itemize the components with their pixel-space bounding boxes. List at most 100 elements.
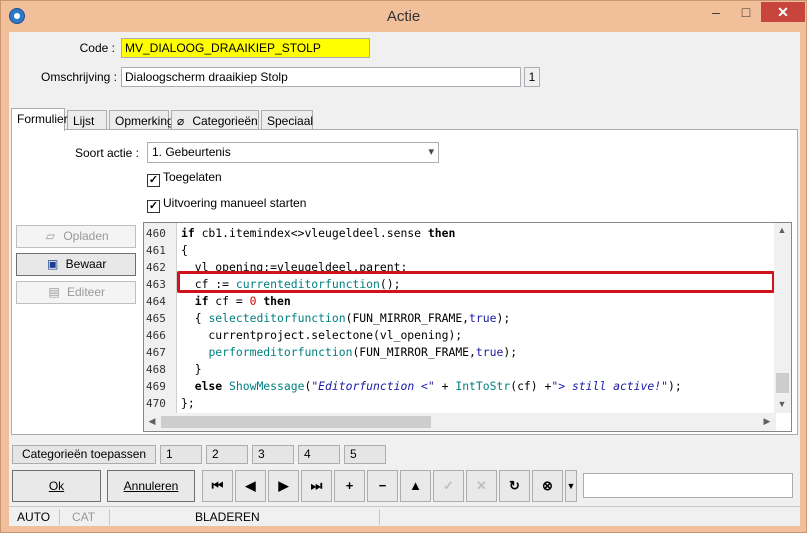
refresh-button[interactable]: ↻ bbox=[499, 470, 530, 502]
vertical-scrollbar[interactable]: ▲ ▼ bbox=[774, 223, 791, 413]
minus-icon: − bbox=[378, 478, 387, 493]
line-number: 467 bbox=[146, 346, 166, 359]
code-line: if cf = 0 then bbox=[194, 294, 291, 308]
minimize-button[interactable]: – bbox=[701, 2, 731, 22]
search-button[interactable]: ⊗ bbox=[532, 470, 563, 502]
scroll-thumb[interactable] bbox=[776, 373, 789, 393]
status-cat: CAT bbox=[72, 510, 96, 524]
bewaar-button[interactable]: ▣ Bewaar bbox=[16, 253, 136, 276]
uitvoering-checkbox[interactable]: ✓ Uitvoering manueel starten bbox=[147, 196, 307, 213]
edit-icon: ▤ bbox=[48, 285, 60, 299]
code-editor[interactable]: 460 461 462 463 464 465 466 467 468 469 … bbox=[143, 222, 792, 432]
toegelaten-checkbox[interactable]: ✓ Toegelaten bbox=[147, 170, 222, 187]
cancel-record-button[interactable]: ✕ bbox=[466, 470, 497, 502]
close-button[interactable]: ✕ bbox=[761, 2, 805, 22]
soort-actie-select[interactable]: 1. Gebeurtenis ▾ bbox=[147, 142, 439, 163]
opladen-label: Opladen bbox=[63, 229, 109, 243]
annuleren-button[interactable]: Annuleren bbox=[107, 470, 195, 502]
code-line: { selecteditorfunction(FUN_MIRROR_FRAME,… bbox=[181, 311, 511, 325]
first-record-button[interactable]: ⏮ bbox=[202, 470, 233, 502]
last-record-button[interactable]: ⏭ bbox=[301, 470, 332, 502]
dialog-client: Code : MV_DIALOOG_DRAAIKIEP_STOLP Omschr… bbox=[9, 32, 800, 526]
uitvoering-label: Uitvoering manueel starten bbox=[163, 196, 307, 210]
last-icon: ⏭ bbox=[310, 478, 323, 493]
previous-record-button[interactable]: ◀ bbox=[235, 470, 266, 502]
edit-record-button[interactable]: ▲ bbox=[400, 470, 431, 502]
tab-speciaal[interactable]: Speciaal bbox=[261, 110, 313, 130]
editeer-label: Editeer bbox=[66, 285, 106, 299]
check-icon: ✓ bbox=[443, 478, 454, 493]
checkmark-icon: ✓ bbox=[147, 200, 160, 213]
line-number: 461 bbox=[146, 244, 166, 257]
omschrijving-label: Omschrijving : bbox=[40, 70, 117, 84]
next-icon: ▶ bbox=[278, 478, 289, 493]
refresh-icon: ↻ bbox=[509, 478, 520, 493]
categorieen-toepassen-button[interactable]: Categorieën toepassen bbox=[12, 445, 156, 464]
search-dropdown-button[interactable]: ▼ bbox=[565, 470, 577, 502]
status-divider bbox=[59, 509, 60, 525]
window: Actie – □ ✕ Code : MV_DIALOOG_DRAAIKIEP_… bbox=[0, 0, 807, 533]
dropdown-icon: ▼ bbox=[566, 481, 576, 491]
maximize-button[interactable]: □ bbox=[731, 2, 761, 22]
search-input[interactable] bbox=[583, 473, 793, 498]
code-line: } bbox=[181, 362, 202, 376]
status-mode: BLADEREN bbox=[195, 510, 260, 524]
toegelaten-label: Toegelaten bbox=[163, 170, 222, 184]
status-divider bbox=[109, 509, 110, 525]
delete-record-button[interactable]: − bbox=[367, 470, 398, 502]
scroll-up-icon[interactable]: ▲ bbox=[774, 225, 790, 235]
tab-opmerking[interactable]: Opmerking bbox=[109, 110, 174, 130]
editeer-button[interactable]: ▤ Editeer bbox=[16, 281, 136, 304]
category-button-2[interactable]: 2 bbox=[206, 445, 248, 464]
first-icon: ⏮ bbox=[211, 478, 224, 493]
checkmark-icon: ✓ bbox=[147, 174, 160, 187]
scroll-right-icon[interactable]: ▶ bbox=[759, 416, 775, 427]
cancel-icon: ✕ bbox=[476, 478, 487, 493]
code-label: Code : bbox=[79, 41, 115, 55]
category-button-5[interactable]: 5 bbox=[344, 445, 386, 464]
scroll-down-icon[interactable]: ▼ bbox=[774, 399, 790, 409]
chevron-down-icon: ▾ bbox=[428, 146, 434, 158]
line-number: 463 bbox=[146, 278, 166, 291]
highlight-box bbox=[177, 271, 775, 293]
window-title: Actie bbox=[386, 8, 421, 25]
line-number: 460 bbox=[146, 227, 166, 240]
scroll-thumb[interactable] bbox=[161, 416, 431, 428]
scroll-left-icon[interactable]: ◀ bbox=[144, 416, 160, 427]
up-icon: ▲ bbox=[409, 478, 422, 493]
status-auto: AUTO bbox=[17, 510, 51, 524]
opladen-button[interactable]: ▱ Opladen bbox=[16, 225, 136, 248]
tab-lijst[interactable]: Lijst bbox=[67, 110, 107, 130]
category-button-1[interactable]: 1 bbox=[160, 445, 202, 464]
line-number: 470 bbox=[146, 397, 166, 410]
soort-actie-label: Soort actie : bbox=[74, 146, 139, 160]
status-divider bbox=[379, 509, 380, 525]
binoculars-icon: ⊗ bbox=[542, 478, 553, 493]
tab-categorieen-label: Categorieën bbox=[192, 114, 258, 128]
code-line: if cb1.itemindex<>vleugeldeel.sense then bbox=[181, 226, 456, 240]
prev-icon: ◀ bbox=[245, 478, 256, 493]
title-bar: Actie – □ ✕ bbox=[1, 1, 806, 31]
omschrijving-field[interactable]: Dialoogscherm draaikiep Stolp bbox=[121, 67, 521, 87]
code-line: performeditorfunction(FUN_MIRROR_FRAME,t… bbox=[208, 345, 518, 359]
save-icon: ▣ bbox=[46, 257, 59, 271]
code-field[interactable]: MV_DIALOOG_DRAAIKIEP_STOLP bbox=[121, 38, 370, 58]
tab-categorieen[interactable]: ⌀ Categorieën bbox=[171, 110, 259, 130]
line-number: 465 bbox=[146, 312, 166, 325]
omschrijving-counter[interactable]: 1 bbox=[524, 67, 540, 87]
add-record-button[interactable]: + bbox=[334, 470, 365, 502]
plus-icon: + bbox=[345, 478, 354, 493]
ok-button[interactable]: Ok bbox=[12, 470, 101, 502]
horizontal-scrollbar[interactable]: ◀ ▶ bbox=[144, 413, 776, 431]
next-record-button[interactable]: ▶ bbox=[268, 470, 299, 502]
line-number-gutter: 460 461 462 463 464 465 466 467 468 469 … bbox=[144, 223, 177, 413]
line-number: 464 bbox=[146, 295, 166, 308]
code-line: }; bbox=[181, 396, 195, 410]
category-button-3[interactable]: 3 bbox=[252, 445, 294, 464]
category-button-4[interactable]: 4 bbox=[298, 445, 340, 464]
paperclip-icon: ⌀ bbox=[177, 114, 185, 128]
line-number: 466 bbox=[146, 329, 166, 342]
line-number: 469 bbox=[146, 380, 166, 393]
post-record-button[interactable]: ✓ bbox=[433, 470, 464, 502]
tab-formulier[interactable]: Formulier bbox=[11, 108, 68, 131]
